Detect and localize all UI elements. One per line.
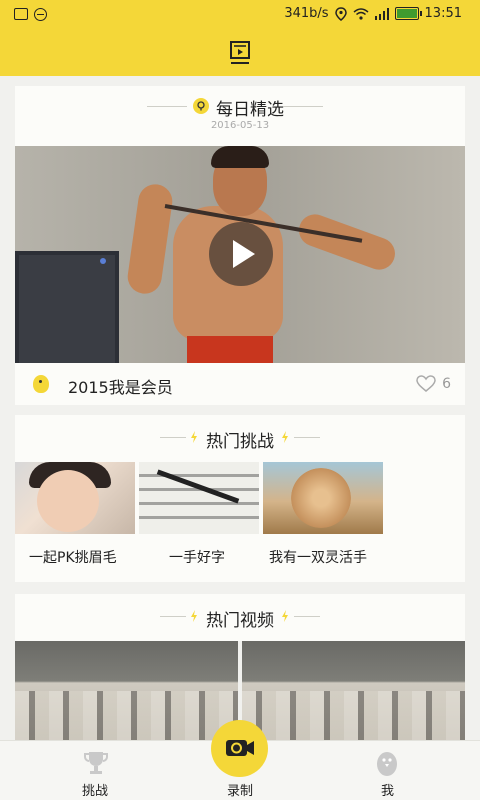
thumbnail-monitor: [15, 251, 119, 363]
tab-challenge[interactable]: 挑战: [82, 780, 108, 799]
trophy-icon[interactable]: [83, 749, 109, 777]
featured-video[interactable]: [15, 146, 465, 363]
signal-icon: [374, 7, 389, 20]
thumbnail-crowd: [15, 691, 238, 741]
spark-icon: [282, 610, 288, 622]
challenge-label[interactable]: 一手好字: [169, 547, 225, 567]
divider-right: [294, 616, 320, 617]
section-title-hot-videos: 热门视频: [206, 611, 274, 631]
app-header: [0, 30, 480, 76]
challenge-thumbnail[interactable]: [15, 462, 135, 534]
location-icon: [334, 6, 347, 21]
chick-icon[interactable]: [374, 749, 400, 777]
chick-avatar-icon: [33, 375, 49, 393]
thumbnail-hands: [291, 468, 351, 528]
challenge-thumbnail[interactable]: [263, 462, 383, 534]
hot-video-thumbnail[interactable]: [15, 641, 238, 741]
network-speed: 341b/s: [284, 6, 329, 21]
image-notification-icon: [14, 8, 28, 20]
tab-me[interactable]: 我: [381, 780, 394, 799]
divider-right: [283, 106, 323, 107]
divider-right: [294, 437, 320, 438]
section-title-hot-challenges: 热门挑战: [206, 432, 274, 452]
thumbnail-crowd: [242, 691, 465, 741]
daily-pick-header: 每日精选 2016-05-13: [15, 86, 465, 146]
challenge-label[interactable]: 一起PK挑眉毛: [29, 547, 117, 567]
challenge-label[interactable]: 我有一双灵活手: [269, 547, 367, 567]
battery-icon: [394, 7, 422, 20]
hot-video-thumbnail[interactable]: [242, 641, 465, 741]
thumbnail-scribble: [139, 516, 259, 519]
clock: 13:51: [424, 6, 462, 21]
play-button[interactable]: [209, 222, 273, 286]
tab-record[interactable]: 录制: [227, 780, 253, 799]
thumbnail-pants: [187, 336, 273, 363]
video-caption: 2015我是会员: [68, 378, 173, 397]
spark-icon: [282, 431, 288, 443]
like-button[interactable]: 6: [416, 375, 451, 393]
challenge-thumbnail[interactable]: [139, 462, 259, 534]
status-bar: 341b/s 13:51: [0, 0, 480, 30]
heart-icon: [416, 375, 436, 392]
like-count: 6: [442, 376, 451, 392]
app-screen: 341b/s 13:51 每日精选 2016-05-13 2015我是会员 6 …: [0, 0, 480, 800]
thumbnail-face: [37, 470, 99, 532]
challenge-list: [15, 462, 465, 534]
dnd-icon: [34, 8, 47, 21]
play-icon: [233, 240, 255, 268]
video-channel-icon[interactable]: [229, 39, 251, 67]
thumbnail-hair: [211, 146, 269, 168]
featured-video-info[interactable]: 2015我是会员 6: [15, 363, 465, 405]
section-title-daily-pick: 每日精选: [216, 100, 284, 120]
hot-videos-section: 热门视频: [15, 594, 465, 641]
camera-icon: [226, 740, 254, 756]
wifi-icon: [353, 7, 369, 20]
thumbnail-scribble: [139, 502, 259, 505]
record-button[interactable]: [211, 720, 268, 777]
thumbnail-led: [100, 258, 106, 264]
daily-pick-date: 2016-05-13: [210, 120, 270, 131]
